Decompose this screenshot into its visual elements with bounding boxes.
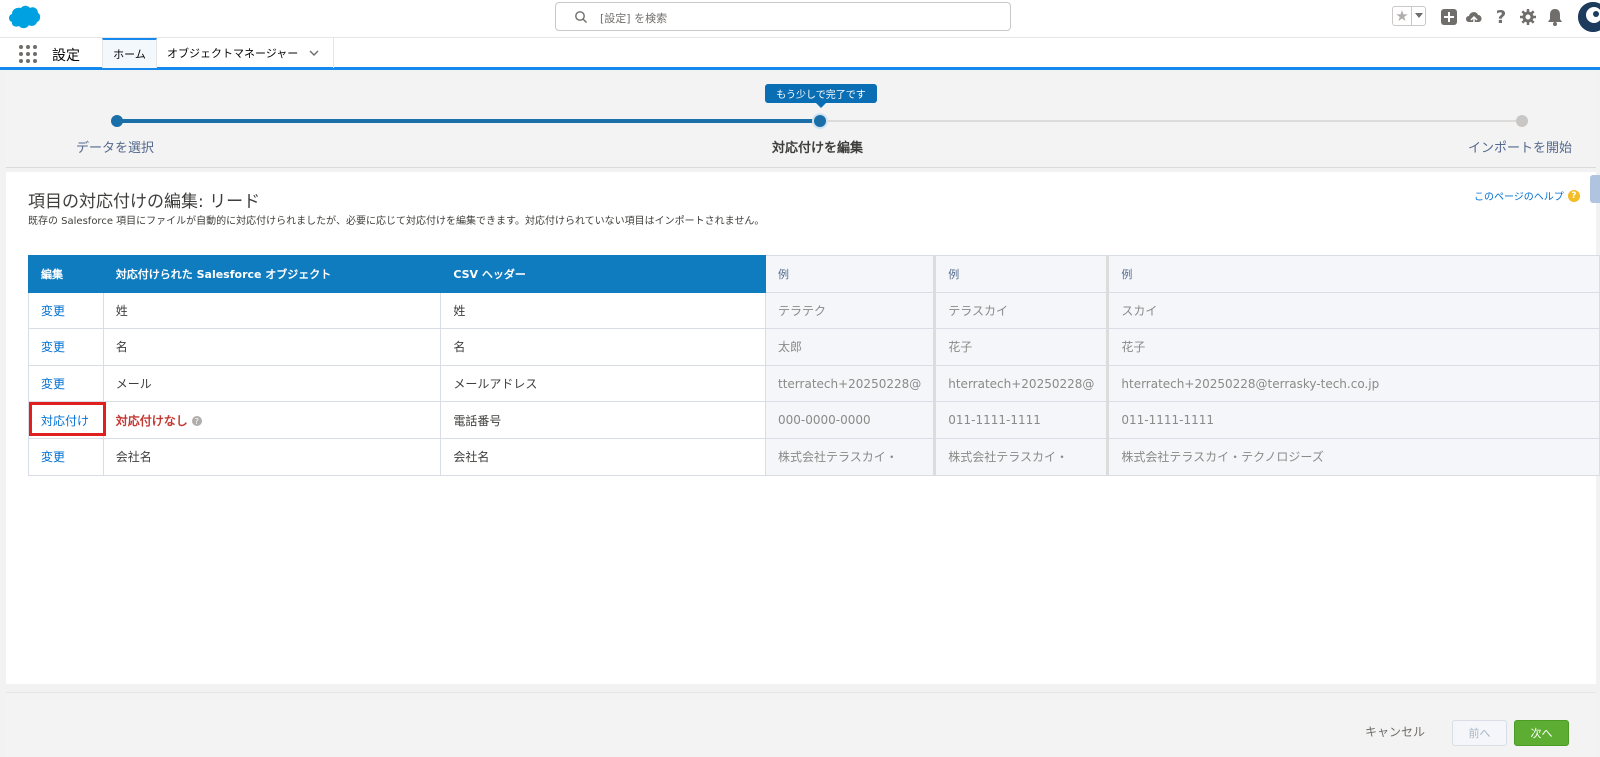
example-cell: 000-0000-0000 (765, 401, 936, 439)
sf-field-cell: 名 (102, 328, 442, 366)
example-cell: 太郎 (765, 328, 936, 366)
help-icon[interactable]: ? (1490, 6, 1512, 28)
favorites-dropdown-icon[interactable] (1412, 7, 1425, 25)
tab-object-manager-label: オブジェクトマネージャー (167, 47, 299, 60)
global-header: [設定] を検索 ★ ? (0, 0, 1600, 38)
previous-button[interactable]: 前へ (1452, 720, 1507, 746)
step-label-edit-mapping: 対応付けを編集 (772, 141, 864, 156)
sf-field-cell: メール (102, 364, 442, 403)
csv-header-cell: 名 (440, 328, 767, 366)
app-launcher-icon[interactable] (18, 44, 38, 64)
sf-field-cell-unmapped: 対応付けなし? (102, 401, 442, 439)
example-cell: 株式会社テラスカイ・ (933, 437, 1109, 476)
gear-icon[interactable] (1517, 6, 1539, 28)
example-cell: 株式会社テラスカイ・テクノロジーズ (1106, 437, 1600, 476)
tab-home[interactable]: ホーム (102, 38, 157, 68)
example-cell: hterratech+20250228@terrasky-tech.co.jp (1106, 364, 1600, 403)
example-cell: hterratech+20250228@ (933, 364, 1109, 403)
column-header-sf-object: 対応付けられた Salesforce オブジェクト (102, 255, 442, 293)
star-icon[interactable]: ★ (1393, 7, 1412, 25)
trailhead-cloud-icon[interactable] (1463, 6, 1485, 28)
table-row: 変更 会社名 会社名 株式会社テラスカイ・ 株式会社テラスカイ・ 株式会社テラス… (28, 437, 1600, 476)
example-cell: 花子 (933, 328, 1109, 366)
column-header-edit: 編集 (28, 255, 104, 293)
example-cell: 株式会社テラスカイ・ (765, 437, 936, 476)
page-title: 項目の対応付けの編集: リード (28, 192, 261, 212)
wizard-footer (6, 692, 1596, 757)
table-row: 対応付け 対応付けなし? 電話番号 000-0000-0000 011-1111… (28, 401, 1600, 439)
table-row: 変更 姓 姓 テラテク テラスカイ スカイ (28, 291, 1600, 330)
search-placeholder: [設定] を検索 (600, 12, 668, 25)
favorites-button-group[interactable]: ★ (1392, 6, 1426, 26)
table-row: 変更 名 名 太郎 花子 花子 (28, 328, 1600, 366)
global-search-input[interactable]: [設定] を検索 (555, 2, 1011, 31)
unmapped-label: 対応付けなし (115, 413, 188, 428)
step-marker-select-data (111, 115, 123, 127)
csv-header-cell: 姓 (440, 291, 767, 330)
app-name: 設定 (52, 48, 80, 64)
field-mapping-table: 編集 対応付けられた Salesforce オブジェクト CSV ヘッダー 例 … (28, 255, 1600, 476)
csv-header-cell: 会社名 (440, 437, 767, 476)
table-row: 変更 メール メールアドレス tterratech+20250228@ hter… (28, 364, 1600, 403)
global-actions-icon[interactable] (1438, 6, 1460, 28)
csv-header-cell: メールアドレス (440, 364, 767, 403)
cancel-button[interactable]: キャンセル (1365, 723, 1425, 740)
sf-field-cell: 会社名 (102, 437, 442, 476)
progress-track-remaining (820, 120, 1520, 122)
change-mapping-link[interactable]: 変更 (41, 304, 65, 318)
example-cell: テラテク (765, 291, 936, 330)
step-marker-start-import (1516, 115, 1528, 127)
example-cell: 011-1111-1111 (1106, 401, 1600, 439)
column-header-example-2: 例 (933, 255, 1109, 293)
example-cell: tterratech+20250228@ (765, 364, 936, 403)
help-link-label: このページのヘルプ (1474, 192, 1564, 203)
column-header-example-1: 例 (765, 255, 936, 293)
context-bar: 設定 ホーム オブジェクトマネージャー (0, 38, 1600, 70)
question-icon: ? (1567, 189, 1580, 202)
side-panel-toggle[interactable] (1590, 175, 1600, 203)
next-button[interactable]: 次へ (1514, 720, 1569, 746)
step-marker-edit-mapping (814, 115, 826, 127)
user-avatar[interactable] (1578, 2, 1600, 32)
info-icon[interactable]: ? (191, 416, 202, 427)
table-header-row: 編集 対応付けられた Salesforce オブジェクト CSV ヘッダー 例 … (28, 255, 1600, 293)
chevron-down-icon[interactable] (308, 47, 320, 59)
tab-object-manager[interactable]: オブジェクトマネージャー (157, 38, 334, 68)
step-label-start-import: インポートを開始 (1468, 141, 1573, 156)
progress-tooltip: もう少しで完了です (765, 84, 877, 108)
column-header-example-3: 例 (1106, 255, 1600, 293)
change-mapping-link[interactable]: 変更 (41, 450, 65, 464)
example-cell: テラスカイ (933, 291, 1109, 330)
page-description: 既存の Salesforce 項目にファイルが自動的に対応付けられましたが、必要… (28, 216, 765, 227)
notification-bell-icon[interactable] (1544, 6, 1566, 28)
example-cell: 011-1111-1111 (933, 401, 1109, 439)
salesforce-logo-icon[interactable] (6, 4, 42, 30)
example-cell: スカイ (1106, 291, 1600, 330)
step-label-select-data: データを選択 (76, 141, 155, 156)
search-icon (575, 11, 587, 23)
change-mapping-link[interactable]: 変更 (41, 377, 65, 391)
highlight-annotation-box (29, 402, 106, 436)
help-for-this-page-link[interactable]: このページのヘルプ ? (1474, 188, 1580, 203)
change-mapping-link[interactable]: 変更 (41, 340, 65, 354)
sf-field-cell: 姓 (102, 291, 442, 330)
csv-header-cell: 電話番号 (440, 401, 767, 439)
progress-track-complete (117, 119, 820, 123)
column-header-csv: CSV ヘッダー (440, 255, 767, 293)
example-cell: 花子 (1106, 328, 1600, 366)
